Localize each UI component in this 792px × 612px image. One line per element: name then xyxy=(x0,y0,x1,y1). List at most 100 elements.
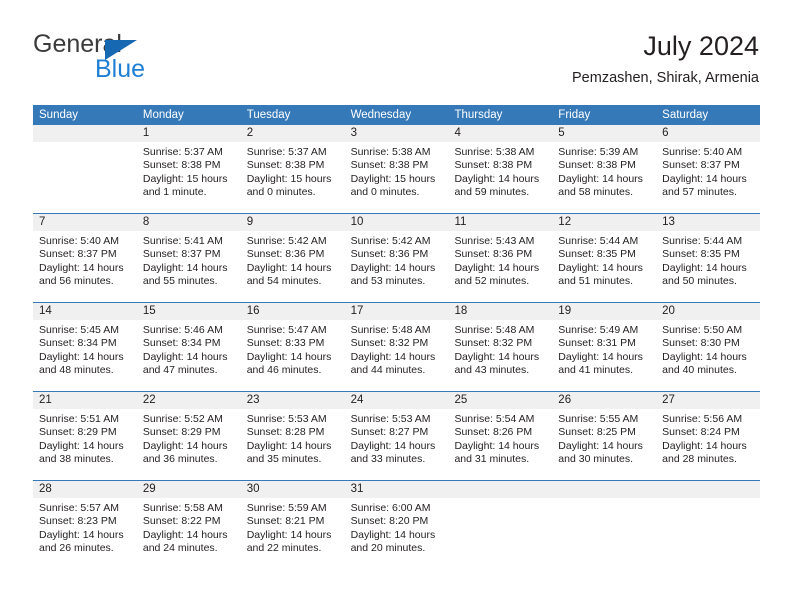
sunset-text: Sunset: 8:22 PM xyxy=(142,515,221,528)
sunset-text: Sunset: 8:30 PM xyxy=(662,337,740,350)
daylight-text: Daylight: 14 hours and 30 minutes. xyxy=(558,439,643,466)
day-number: 5 xyxy=(552,125,657,142)
day-number: 3 xyxy=(344,125,449,142)
weekday-header-saturday: Saturday xyxy=(662,109,709,121)
weekday-header-friday: Friday xyxy=(558,109,591,121)
weekday-header-sunday: Sunday xyxy=(39,109,79,121)
calendar-day-cell[interactable]: 19 Sunrise: 5:49 AM Sunset: 8:31 PM Dayligh… xyxy=(552,303,657,391)
day-details: Sunrise: 5:47 AM Sunset: 8:33 PM Daylight:… xyxy=(241,320,345,384)
sunset-text: Sunset: 8:29 PM xyxy=(142,426,221,439)
day-details xyxy=(656,498,760,508)
sunrise-text: Sunrise: 5:42 AM xyxy=(246,235,327,247)
day-details: Sunrise: 5:48 AM Sunset: 8:32 PM Daylight:… xyxy=(448,320,552,384)
general-blue-logo: General Blue xyxy=(33,30,213,86)
sunset-text: Sunset: 8:33 PM xyxy=(246,337,325,350)
day-number: 13 xyxy=(656,214,761,231)
weekday-header-thursday: Thursday xyxy=(454,109,503,121)
sunset-text: Sunset: 8:29 PM xyxy=(39,426,117,439)
calendar-day-cell[interactable]: 4 Sunrise: 5:38 AM Sunset: 8:38 PM Daylight… xyxy=(448,125,553,213)
calendar-day-cell[interactable]: 31 Sunrise: 6:00 AM Sunset: 8:20 PM Dayligh… xyxy=(344,481,449,569)
day-number: 6 xyxy=(656,125,761,142)
daylight-text: Daylight: 14 hours and 44 minutes. xyxy=(350,350,436,377)
calendar-week-inner: 28 Sunrise: 5:57 AM Sunset: 8:23 PM Dayligh… xyxy=(33,481,761,569)
day-details: Sunrise: 5:54 AM Sunset: 8:26 PM Daylight:… xyxy=(448,409,552,473)
day-details: Sunrise: 5:55 AM Sunset: 8:25 PM Daylight:… xyxy=(552,409,656,473)
calendar-day-cell[interactable]: 2 Sunrise: 5:37 AM Sunset: 8:38 PM Daylight… xyxy=(240,125,345,213)
calendar-day-cell[interactable]: 3 Sunrise: 5:38 AM Sunset: 8:38 PM Daylight… xyxy=(344,125,449,213)
calendar-day-cell[interactable]: 8 Sunrise: 5:41 AM Sunset: 8:37 PM Daylight… xyxy=(136,214,241,302)
calendar-day-cell[interactable]: 14 Sunrise: 5:45 AM Sunset: 8:34 PM Dayligh… xyxy=(33,303,137,391)
sunrise-text: Sunrise: 5:52 AM xyxy=(142,413,223,425)
day-number xyxy=(656,481,761,498)
sunset-text: Sunset: 8:28 PM xyxy=(246,426,325,439)
calendar-day-cell[interactable]: 11 Sunrise: 5:43 AM Sunset: 8:36 PM Dayligh… xyxy=(448,214,553,302)
sunset-text: Sunset: 8:38 PM xyxy=(558,159,636,172)
sunrise-text: Sunrise: 5:43 AM xyxy=(454,235,535,247)
day-details: Sunrise: 5:52 AM Sunset: 8:29 PM Daylight:… xyxy=(137,409,241,473)
day-number: 12 xyxy=(552,214,657,231)
calendar-week-row: 1 Sunrise: 5:37 AM Sunset: 8:38 PM Daylight… xyxy=(33,125,761,213)
daylight-text: Daylight: 14 hours and 55 minutes. xyxy=(142,261,228,288)
calendar-day-cell[interactable]: 9 Sunrise: 5:42 AM Sunset: 8:36 PM Daylight… xyxy=(240,214,345,302)
calendar-day-cell[interactable]: 5 Sunrise: 5:39 AM Sunset: 8:38 PM Daylight… xyxy=(552,125,657,213)
calendar-day-cell[interactable]: 26 Sunrise: 5:55 AM Sunset: 8:25 PM Dayligh… xyxy=(552,392,657,480)
calendar-page: General Blue July 2024 Pemzashen, Shirak… xyxy=(0,0,792,612)
calendar-day-cell[interactable]: 25 Sunrise: 5:54 AM Sunset: 8:26 PM Dayligh… xyxy=(448,392,553,480)
weekday-header-wednesday: Wednesday xyxy=(350,109,412,121)
day-number: 23 xyxy=(240,392,345,409)
calendar-day-cell[interactable]: 20 Sunrise: 5:50 AM Sunset: 8:30 PM Dayligh… xyxy=(656,303,761,391)
daylight-text: Daylight: 14 hours and 50 minutes. xyxy=(662,261,747,288)
calendar-day-cell[interactable]: 21 Sunrise: 5:51 AM Sunset: 8:29 PM Dayligh… xyxy=(33,392,137,480)
day-details: Sunrise: 5:42 AM Sunset: 8:36 PM Daylight:… xyxy=(345,231,449,295)
sunset-text: Sunset: 8:36 PM xyxy=(246,248,325,261)
calendar-day-cell[interactable]: 13 Sunrise: 5:44 AM Sunset: 8:35 PM Dayligh… xyxy=(656,214,761,302)
calendar-day-cell[interactable]: 12 Sunrise: 5:44 AM Sunset: 8:35 PM Dayligh… xyxy=(552,214,657,302)
page-title: July 2024 xyxy=(643,31,759,61)
calendar-day-cell[interactable]: 22 Sunrise: 5:52 AM Sunset: 8:29 PM Dayligh… xyxy=(136,392,241,480)
daylight-text: Daylight: 14 hours and 35 minutes. xyxy=(246,439,332,466)
day-number: 26 xyxy=(552,392,657,409)
calendar-day-cell[interactable]: 1 Sunrise: 5:37 AM Sunset: 8:38 PM Daylight… xyxy=(136,125,241,213)
daylight-text: Daylight: 14 hours and 54 minutes. xyxy=(246,261,332,288)
calendar-day-cell[interactable]: 10 Sunrise: 5:42 AM Sunset: 8:36 PM Dayligh… xyxy=(344,214,449,302)
sunset-text: Sunset: 8:34 PM xyxy=(39,337,117,350)
day-number: 19 xyxy=(552,303,657,320)
calendar-day-cell[interactable]: 7 Sunrise: 5:40 AM Sunset: 8:37 PM Daylight… xyxy=(33,214,137,302)
sunrise-text: Sunrise: 5:54 AM xyxy=(454,413,535,425)
calendar-day-cell[interactable]: 6 Sunrise: 5:40 AM Sunset: 8:37 PM Daylight… xyxy=(656,125,761,213)
day-details: Sunrise: 5:40 AM Sunset: 8:37 PM Daylight:… xyxy=(33,231,137,295)
daylight-text: Daylight: 14 hours and 41 minutes. xyxy=(558,350,643,377)
calendar-day-cell[interactable]: 27 Sunrise: 5:56 AM Sunset: 8:24 PM Dayligh… xyxy=(656,392,761,480)
calendar-day-cell-empty xyxy=(552,481,657,569)
sunset-text: Sunset: 8:32 PM xyxy=(454,337,533,350)
daylight-text: Daylight: 14 hours and 52 minutes. xyxy=(454,261,540,288)
day-details xyxy=(448,498,552,508)
weekday-header-row: Sunday Monday Tuesday Wednesday Thursday Frid… xyxy=(33,105,760,125)
daylight-text: Daylight: 14 hours and 51 minutes. xyxy=(558,261,643,288)
sunset-text: Sunset: 8:31 PM xyxy=(558,337,636,350)
calendar-day-cell[interactable]: 18 Sunrise: 5:48 AM Sunset: 8:32 PM Dayligh… xyxy=(448,303,553,391)
calendar-day-cell[interactable]: 17 Sunrise: 5:48 AM Sunset: 8:32 PM Dayligh… xyxy=(344,303,449,391)
calendar-day-cell[interactable]: 28 Sunrise: 5:57 AM Sunset: 8:23 PM Dayligh… xyxy=(33,481,137,569)
daylight-text: Daylight: 15 hours and 0 minutes. xyxy=(246,172,332,199)
day-number: 29 xyxy=(136,481,241,498)
calendar-day-cell[interactable]: 30 Sunrise: 5:59 AM Sunset: 8:21 PM Dayligh… xyxy=(240,481,345,569)
day-number: 30 xyxy=(240,481,345,498)
day-number: 11 xyxy=(448,214,553,231)
sunset-text: Sunset: 8:37 PM xyxy=(662,159,740,172)
page-header: General Blue July 2024 Pemzashen, Shirak… xyxy=(33,30,759,95)
day-number: 22 xyxy=(136,392,241,409)
daylight-text: Daylight: 14 hours and 38 minutes. xyxy=(39,439,124,466)
calendar-day-cell[interactable]: 15 Sunrise: 5:46 AM Sunset: 8:34 PM Dayligh… xyxy=(136,303,241,391)
sunset-text: Sunset: 8:37 PM xyxy=(142,248,221,261)
calendar-week-inner: 7 Sunrise: 5:40 AM Sunset: 8:37 PM Daylight… xyxy=(33,214,761,302)
calendar-day-cell[interactable]: 16 Sunrise: 5:47 AM Sunset: 8:33 PM Dayligh… xyxy=(240,303,345,391)
calendar-day-cell[interactable]: 29 Sunrise: 5:58 AM Sunset: 8:22 PM Dayligh… xyxy=(136,481,241,569)
calendar-day-cell[interactable]: 24 Sunrise: 5:53 AM Sunset: 8:27 PM Dayligh… xyxy=(344,392,449,480)
sunrise-text: Sunrise: 5:50 AM xyxy=(662,324,743,336)
sunset-text: Sunset: 8:34 PM xyxy=(142,337,221,350)
calendar-day-cell[interactable]: 23 Sunrise: 5:53 AM Sunset: 8:28 PM Dayligh… xyxy=(240,392,345,480)
sunrise-text: Sunrise: 5:37 AM xyxy=(142,146,223,158)
daylight-text: Daylight: 14 hours and 31 minutes. xyxy=(454,439,540,466)
day-number: 20 xyxy=(656,303,761,320)
